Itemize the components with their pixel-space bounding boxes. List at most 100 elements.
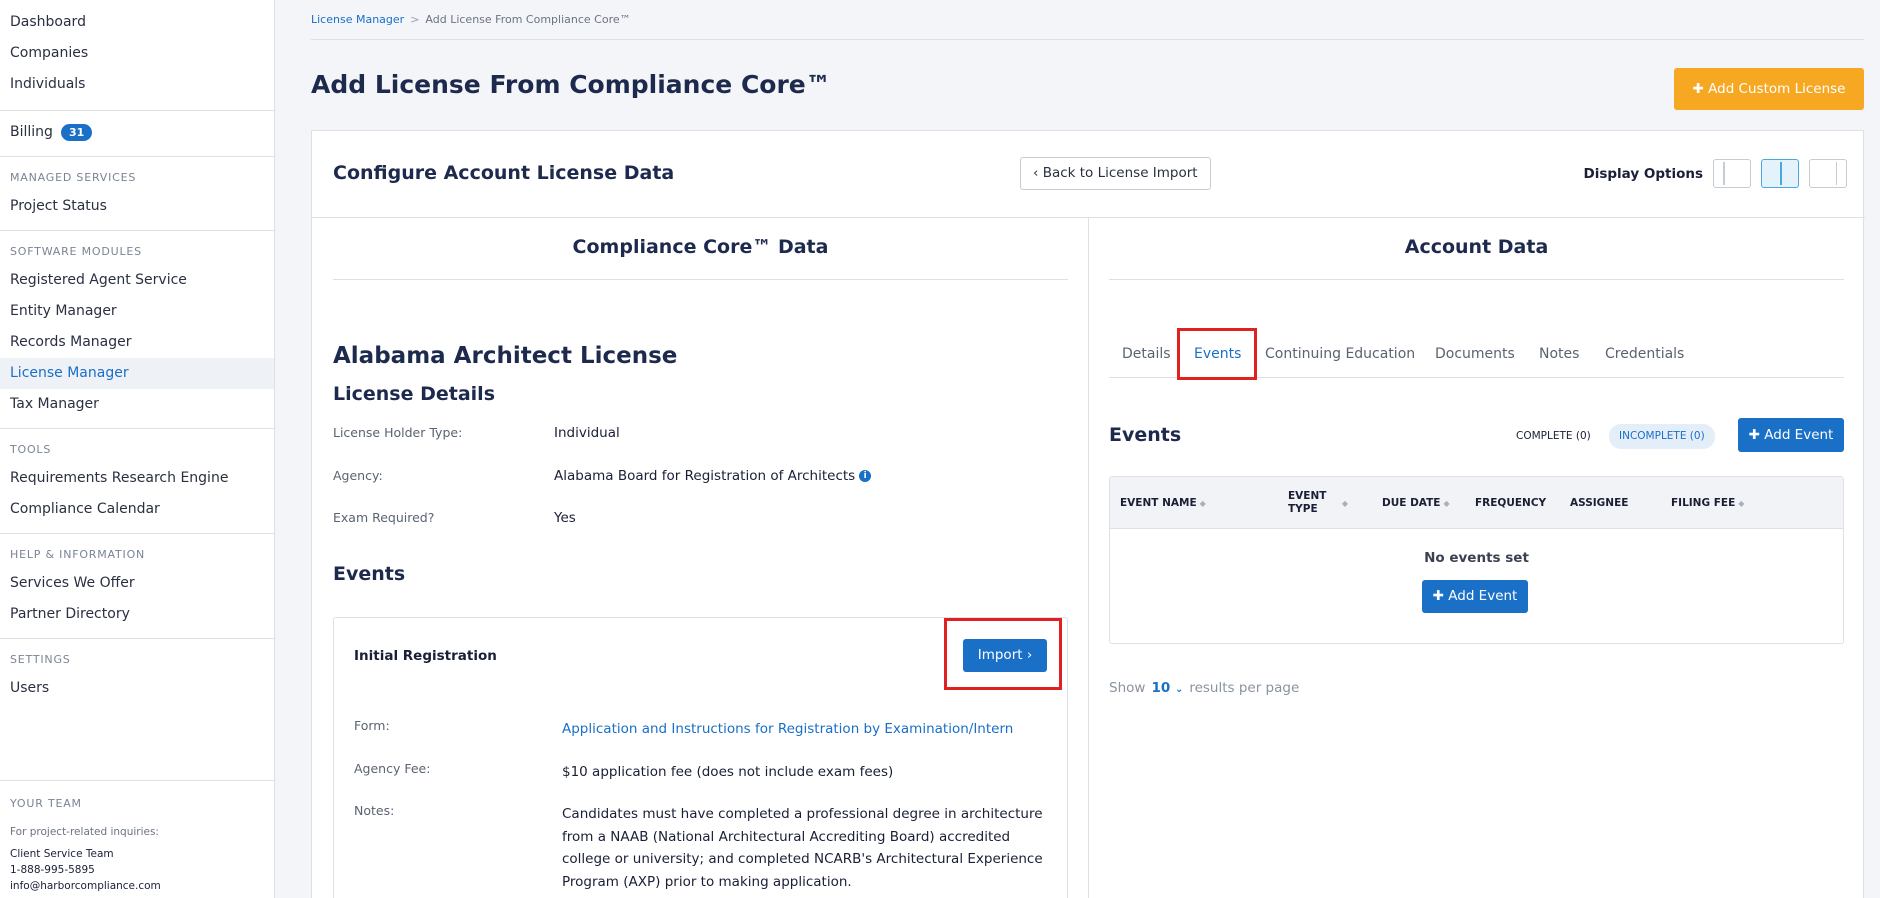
sidebar-item-license-manager[interactable]: License Manager: [0, 358, 274, 389]
add-event-label: Add Event: [1764, 427, 1834, 443]
tab-continuing-education[interactable]: Continuing Education: [1265, 330, 1415, 378]
sidebar-item-companies[interactable]: Companies: [0, 38, 274, 69]
sort-icon: ◆: [1443, 498, 1450, 508]
filter-complete[interactable]: COMPLETE (0): [1506, 424, 1601, 449]
sidebar-item-services[interactable]: Services We Offer: [0, 568, 274, 599]
layout-split-icon[interactable]: [1761, 159, 1799, 188]
sidebar-item-records-manager[interactable]: Records Manager: [0, 327, 274, 358]
back-to-import-label: Back to License Import: [1042, 165, 1198, 181]
column-label: DUE DATE: [1382, 496, 1441, 509]
billing-count-badge: 31: [60, 123, 93, 141]
detail-key: License Holder Type:: [333, 425, 463, 440]
breadcrumb-license-manager[interactable]: License Manager: [311, 13, 404, 26]
sidebar-item-tax-manager[interactable]: Tax Manager: [0, 389, 274, 420]
column-event-type[interactable]: EVENT TYPE ◆: [1288, 477, 1348, 529]
detail-value: Alabama Board for Registration of Archit…: [554, 468, 872, 484]
event-notes-value: Candidates must have completed a profess…: [562, 806, 1043, 890]
add-event-label: Add Event: [1448, 588, 1518, 604]
breadcrumb-current: Add License From Compliance Core™: [425, 13, 631, 26]
event-fee-value: $10 application fee (does not include ex…: [562, 764, 894, 780]
sidebar-item-compliance-calendar[interactable]: Compliance Calendar: [0, 494, 274, 525]
sidebar-item-entity-manager[interactable]: Entity Manager: [0, 296, 274, 327]
main-content: License Manager > Add License From Complia…: [311, 0, 1865, 898]
sidebar-heading-help: HELP & INFORMATION: [10, 548, 146, 561]
display-options-label: Display Options: [1583, 165, 1704, 182]
column-label: EVENT NAME: [1120, 496, 1197, 509]
page-title: Add License From Compliance Core™: [311, 70, 831, 99]
column-assignee: ASSIGNEE: [1570, 477, 1628, 529]
per-page-suffix: results per page: [1189, 680, 1300, 696]
sidebar-item-label: Billing: [10, 124, 53, 140]
account-data-column: Account Data Details Events Continuing E…: [1109, 218, 1844, 696]
layout-right-icon[interactable]: [1809, 159, 1847, 188]
add-event-empty-button[interactable]: ✚ Add Event: [1422, 580, 1528, 613]
sidebar-heading-settings: SETTINGS: [10, 653, 71, 666]
chevron-right-icon: ›: [1026, 647, 1033, 663]
sidebar: Dashboard Companies Individuals Billing 3…: [0, 0, 275, 898]
column-divider: [1088, 218, 1089, 898]
compliance-core-heading: Compliance Core™ Data: [333, 218, 1068, 280]
column-frequency: FREQUENCY: [1475, 477, 1546, 529]
team-note: For project-related inquiries:: [10, 826, 159, 838]
plus-icon: ✚: [1692, 81, 1704, 97]
column-label: FILING FEE: [1671, 496, 1736, 509]
import-label: Import: [977, 647, 1023, 663]
license-name: Alabama Architect License: [333, 343, 678, 369]
plus-icon: ✚: [1432, 588, 1444, 604]
sort-icon: ◆: [1341, 498, 1348, 508]
show-label: Show: [1109, 680, 1146, 696]
add-custom-license-label: Add Custom License: [1708, 81, 1846, 97]
sidebar-item-individuals[interactable]: Individuals: [0, 69, 274, 100]
events-tab-highlight-box: [1177, 328, 1257, 380]
column-label: ASSIGNEE: [1570, 496, 1629, 509]
sidebar-item-dashboard[interactable]: Dashboard: [0, 7, 274, 38]
event-fee-key: Agency Fee:: [354, 761, 431, 776]
configure-title: Configure Account License Data: [333, 162, 675, 184]
back-to-import-button[interactable]: ‹ Back to License Import: [1020, 157, 1211, 190]
license-details-heading: License Details: [333, 383, 496, 405]
events-table-header: EVENT NAME ◆ EVENT TYPE ◆ DUE DATE ◆ FREQUE…: [1110, 477, 1843, 529]
compliance-core-column: Compliance Core™ Data Alabama Architect …: [333, 218, 1068, 898]
sidebar-item-users[interactable]: Users: [0, 673, 274, 704]
display-options: Display Options: [1583, 159, 1847, 188]
column-label: EVENT TYPE: [1288, 490, 1327, 515]
detail-value: Yes: [554, 510, 576, 526]
per-page-select[interactable]: 10 ⌄: [1151, 680, 1183, 696]
chevron-down-icon: ⌄: [1174, 684, 1184, 695]
sidebar-item-requirements-engine[interactable]: Requirements Research Engine: [0, 463, 274, 494]
detail-key: Agency:: [333, 468, 383, 483]
filter-incomplete[interactable]: INCOMPLETE (0): [1609, 424, 1715, 449]
sidebar-item-partner-directory[interactable]: Partner Directory: [0, 599, 274, 630]
sidebar-item-project-status[interactable]: Project Status: [0, 191, 274, 222]
tab-documents[interactable]: Documents: [1435, 330, 1515, 378]
team-phone[interactable]: 1-888-995-5895: [10, 862, 264, 878]
agency-name: Alabama Board for Registration of Archit…: [554, 468, 856, 484]
breadcrumb: License Manager > Add License From Complia…: [311, 0, 1864, 40]
layout-left-icon[interactable]: [1713, 159, 1751, 188]
tab-notes[interactable]: Notes: [1539, 330, 1579, 378]
chevron-left-icon: ‹: [1033, 165, 1039, 181]
event-form-key: Form:: [354, 718, 390, 733]
add-event-button[interactable]: ✚ Add Event: [1738, 418, 1844, 452]
tab-details[interactable]: Details: [1122, 330, 1171, 378]
tab-credentials[interactable]: Credentials: [1605, 330, 1684, 378]
account-events-title: Events: [1109, 424, 1182, 446]
info-icon[interactable]: i: [859, 470, 872, 482]
per-page-value: 10: [1151, 680, 1171, 696]
import-button[interactable]: Import ›: [963, 639, 1047, 672]
account-data-heading: Account Data: [1109, 218, 1844, 280]
event-card-initial-registration: Initial Registration Import › Form: Appl…: [333, 617, 1068, 898]
sidebar-item-registered-agent[interactable]: Registered Agent Service: [0, 265, 274, 296]
team-email[interactable]: info@harborcompliance.com: [10, 878, 264, 894]
sidebar-item-billing[interactable]: Billing 31: [0, 117, 274, 148]
column-due-date[interactable]: DUE DATE ◆: [1382, 477, 1450, 529]
your-team: YOUR TEAM For project-related inquiries:…: [0, 780, 274, 898]
events-table: EVENT NAME ◆ EVENT TYPE ◆ DUE DATE ◆ FREQUE…: [1109, 476, 1844, 644]
column-event-name[interactable]: EVENT NAME ◆: [1120, 477, 1206, 529]
results-per-page: Show 10 ⌄ results per page: [1109, 680, 1299, 696]
event-form-link[interactable]: Application and Instructions for Registr…: [562, 718, 1052, 741]
add-custom-license-button[interactable]: ✚ Add Custom License: [1674, 68, 1864, 110]
team-name: Client Service Team: [10, 848, 114, 860]
configure-card: Configure Account License Data ‹ Back to…: [311, 130, 1865, 898]
column-filing-fee[interactable]: FILING FEE ◆: [1671, 477, 1744, 529]
